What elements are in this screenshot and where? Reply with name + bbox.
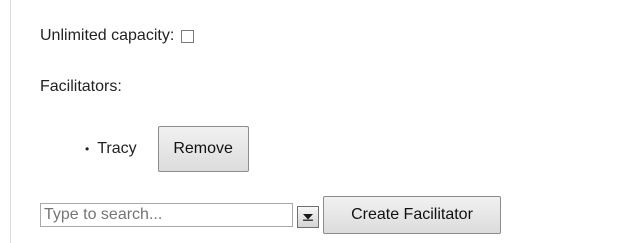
chevron-down-icon xyxy=(303,214,313,221)
facilitator-list-item: • Tracy Remove xyxy=(85,126,249,172)
facilitator-name: Tracy xyxy=(97,140,137,157)
facilitator-search-input[interactable] xyxy=(40,203,293,227)
bullet-icon: • xyxy=(85,142,90,156)
facilitators-label: Facilitators: xyxy=(40,78,122,95)
left-divider xyxy=(10,0,11,243)
search-dropdown-button[interactable] xyxy=(297,206,319,228)
facilitator-search-row: Create Facilitator xyxy=(40,196,501,234)
unlimited-capacity-checkbox[interactable] xyxy=(181,29,195,43)
unlimited-capacity-row: Unlimited capacity: xyxy=(40,25,195,47)
remove-facilitator-button[interactable]: Remove xyxy=(157,126,249,172)
facilitator-form: Unlimited capacity: Facilitators: • Trac… xyxy=(0,0,637,243)
unlimited-capacity-label: Unlimited capacity: xyxy=(40,27,175,44)
create-facilitator-button[interactable]: Create Facilitator xyxy=(323,196,501,234)
